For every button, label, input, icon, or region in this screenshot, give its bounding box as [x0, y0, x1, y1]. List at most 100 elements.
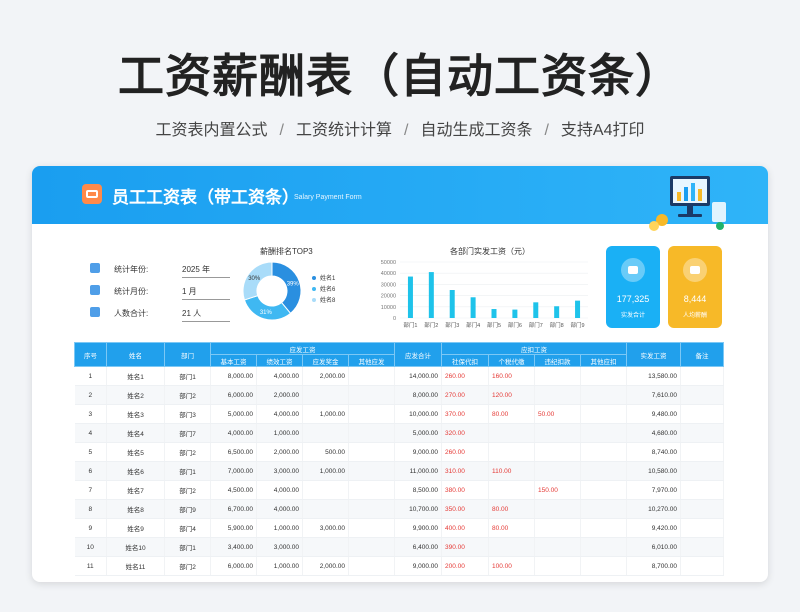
cell-net[interactable]: 7,610.00 [626, 385, 681, 405]
cell-tax[interactable]: 120.00 [488, 385, 535, 405]
cell-net[interactable]: 6,010.00 [626, 537, 681, 557]
cell-tax[interactable] [488, 423, 535, 443]
cell-bonus[interactable] [302, 499, 349, 519]
cell-perf[interactable]: 3,000.00 [256, 537, 303, 557]
cell-dept[interactable]: 部门1 [164, 366, 211, 386]
stat-year-value[interactable]: 2025 年 [182, 264, 230, 278]
cell-note[interactable] [680, 385, 724, 405]
cell-absence[interactable] [534, 499, 581, 519]
cell-note[interactable] [680, 537, 724, 557]
table-row[interactable]: 9 姓名9 部门4 5,900.00 1,000.00 3,000.00 9,900.00 4… [74, 518, 724, 538]
table-row[interactable]: 2 姓名2 部门2 6,000.00 2,000.00 8,000.00 270.00 120… [74, 385, 724, 405]
cell-name[interactable]: 姓名9 [106, 518, 165, 538]
cell-tax[interactable] [488, 442, 535, 462]
cell-bonus[interactable]: 2,000.00 [302, 556, 349, 576]
cell-gross[interactable]: 8,000.00 [394, 385, 442, 405]
cell-social[interactable]: 400.00 [441, 518, 489, 538]
stat-month-value[interactable]: 1 月 [182, 286, 230, 300]
cell-gross[interactable]: 9,000.00 [394, 556, 442, 576]
table-row[interactable]: 4 姓名4 部门7 4,000.00 1,000.00 5,000.00 320.00 4,6… [74, 423, 724, 443]
cell-perf[interactable]: 4,000.00 [256, 480, 303, 500]
cell-tax[interactable]: 80.00 [488, 499, 535, 519]
cell-perf[interactable]: 1,000.00 [256, 518, 303, 538]
cell-net[interactable]: 10,580.00 [626, 461, 681, 481]
cell-base[interactable]: 6,700.00 [210, 499, 257, 519]
cell-social[interactable]: 200.00 [441, 556, 489, 576]
cell-gross[interactable]: 10,000.00 [394, 404, 442, 424]
cell-other-ded[interactable] [580, 556, 627, 576]
cell-absence[interactable]: 50.00 [534, 404, 581, 424]
cell-seq[interactable]: 4 [74, 423, 107, 443]
cell-net[interactable]: 13,580.00 [626, 366, 681, 386]
cell-note[interactable] [680, 499, 724, 519]
cell-net[interactable]: 8,700.00 [626, 556, 681, 576]
cell-bonus[interactable] [302, 423, 349, 443]
cell-note[interactable] [680, 442, 724, 462]
cell-other-ded[interactable] [580, 423, 627, 443]
cell-dept[interactable]: 部门1 [164, 461, 211, 481]
cell-social[interactable]: 380.00 [441, 480, 489, 500]
table-row[interactable]: 5 姓名5 部门2 6,500.00 2,000.00 500.00 9,000.00 260… [74, 442, 724, 462]
cell-note[interactable] [680, 366, 724, 386]
cell-perf[interactable]: 4,000.00 [256, 499, 303, 519]
cell-name[interactable]: 姓名4 [106, 423, 165, 443]
cell-gross[interactable]: 8,500.00 [394, 480, 442, 500]
cell-name[interactable]: 姓名10 [106, 537, 165, 557]
cell-net[interactable]: 10,270.00 [626, 499, 681, 519]
table-row[interactable]: 8 姓名8 部门9 6,700.00 4,000.00 10,700.00 350.00 80… [74, 499, 724, 519]
cell-tax[interactable] [488, 480, 535, 500]
cell-dept[interactable]: 部门9 [164, 499, 211, 519]
cell-seq[interactable]: 10 [74, 537, 107, 557]
cell-perf[interactable]: 2,000.00 [256, 385, 303, 405]
cell-net[interactable]: 9,480.00 [626, 404, 681, 424]
table-row[interactable]: 10 姓名10 部门1 3,400.00 3,000.00 6,400.00 390.00 6… [74, 537, 724, 557]
cell-other-ded[interactable] [580, 480, 627, 500]
cell-dept[interactable]: 部门1 [164, 537, 211, 557]
cell-base[interactable]: 8,000.00 [210, 366, 257, 386]
cell-base[interactable]: 6,500.00 [210, 442, 257, 462]
cell-net[interactable]: 9,420.00 [626, 518, 681, 538]
cell-bonus[interactable]: 3,000.00 [302, 518, 349, 538]
cell-bonus[interactable] [302, 385, 349, 405]
cell-dept[interactable]: 部门2 [164, 442, 211, 462]
table-row[interactable]: 11 姓名11 部门2 6,000.00 1,000.00 2,000.00 9,000.0… [74, 556, 724, 576]
cell-other-ded[interactable] [580, 442, 627, 462]
cell-perf[interactable]: 2,000.00 [256, 442, 303, 462]
cell-net[interactable]: 8,740.00 [626, 442, 681, 462]
cell-social[interactable]: 370.00 [441, 404, 489, 424]
cell-other-ded[interactable] [580, 518, 627, 538]
table-row[interactable]: 1 姓名1 部门1 8,000.00 4,000.00 2,000.00 14,000.00… [74, 366, 724, 386]
cell-name[interactable]: 姓名6 [106, 461, 165, 481]
cell-dept[interactable]: 部门2 [164, 385, 211, 405]
cell-seq[interactable]: 8 [74, 499, 107, 519]
cell-other-pay[interactable] [348, 537, 395, 557]
cell-tax[interactable]: 80.00 [488, 518, 535, 538]
cell-other-pay[interactable] [348, 480, 395, 500]
cell-seq[interactable]: 1 [74, 366, 107, 386]
cell-absence[interactable]: 150.00 [534, 480, 581, 500]
cell-name[interactable]: 姓名3 [106, 404, 165, 424]
cell-other-ded[interactable] [580, 366, 627, 386]
cell-social[interactable]: 350.00 [441, 499, 489, 519]
cell-gross[interactable]: 11,000.00 [394, 461, 442, 481]
cell-other-pay[interactable] [348, 442, 395, 462]
cell-social[interactable]: 270.00 [441, 385, 489, 405]
cell-seq[interactable]: 3 [74, 404, 107, 424]
cell-note[interactable] [680, 423, 724, 443]
cell-name[interactable]: 姓名1 [106, 366, 165, 386]
cell-bonus[interactable]: 500.00 [302, 442, 349, 462]
cell-base[interactable]: 3,400.00 [210, 537, 257, 557]
cell-seq[interactable]: 9 [74, 518, 107, 538]
cell-name[interactable]: 姓名5 [106, 442, 165, 462]
cell-other-pay[interactable] [348, 404, 395, 424]
cell-other-pay[interactable] [348, 518, 395, 538]
cell-seq[interactable]: 2 [74, 385, 107, 405]
cell-absence[interactable] [534, 423, 581, 443]
cell-absence[interactable] [534, 537, 581, 557]
cell-seq[interactable]: 6 [74, 461, 107, 481]
cell-bonus[interactable]: 2,000.00 [302, 366, 349, 386]
cell-social[interactable]: 260.00 [441, 366, 489, 386]
cell-net[interactable]: 7,970.00 [626, 480, 681, 500]
cell-seq[interactable]: 7 [74, 480, 107, 500]
cell-other-pay[interactable] [348, 366, 395, 386]
